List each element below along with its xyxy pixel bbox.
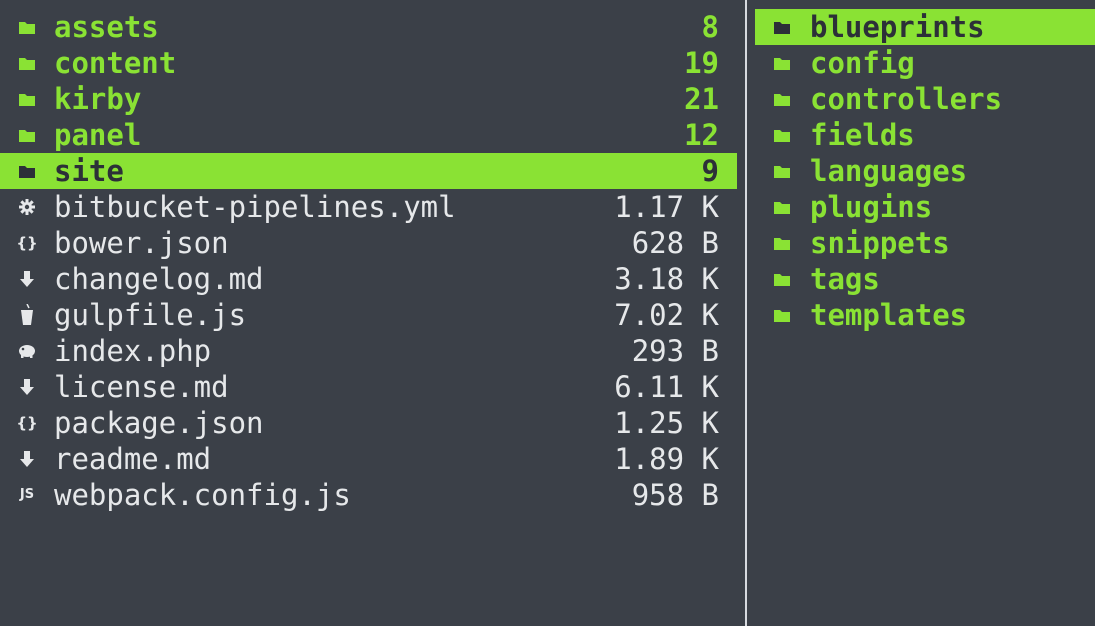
item-name: changelog.md (54, 262, 264, 296)
folder-icon (14, 9, 40, 45)
php-elephant-icon (14, 333, 40, 369)
file-row[interactable]: gulpfile.js 7.02 K (0, 297, 737, 333)
item-name: plugins (810, 190, 933, 224)
file-row[interactable]: changelog.md 3.18 K (0, 261, 737, 297)
item-name: content (54, 46, 177, 80)
gulp-cup-icon (14, 297, 40, 333)
item-name: fields (810, 118, 915, 152)
json-braces-icon: {} (16, 414, 38, 432)
item-size: 7.02 K (614, 298, 719, 332)
item-name: index.php (54, 334, 212, 368)
item-name: config (810, 46, 915, 80)
item-name: snippets (810, 226, 950, 260)
folder-icon (769, 153, 795, 189)
folder-icon (14, 117, 40, 153)
directory-row[interactable]: content 19 (0, 45, 737, 81)
directory-row[interactable]: snippets (755, 225, 1095, 261)
item-size: 1.25 K (614, 406, 719, 440)
folder-icon (14, 81, 40, 117)
item-size: 12 (684, 118, 719, 152)
file-row[interactable]: license.md 6.11 K (0, 369, 737, 405)
directory-row[interactable]: site 9 (0, 153, 737, 189)
markdown-down-arrow-icon (14, 369, 40, 405)
pane-divider[interactable] (745, 0, 747, 626)
markdown-down-arrow-icon (14, 441, 40, 477)
item-size: 8 (701, 10, 719, 44)
directory-row[interactable]: kirby 21 (0, 81, 737, 117)
item-name: webpack.config.js (54, 478, 351, 512)
item-size: 293 B (631, 334, 719, 368)
item-size: 1.89 K (614, 442, 719, 476)
file-list-pane-right: blueprints config controllers fields languag… (755, 9, 1095, 626)
directory-row[interactable]: tags (755, 261, 1095, 297)
item-size: 9 (701, 154, 719, 188)
folder-icon (769, 261, 795, 297)
folder-icon (769, 225, 795, 261)
item-size: 958 B (631, 478, 719, 512)
file-list-pane-left: assets 8 content 19 kirby 21 panel 12 site 9 bitbu… (0, 9, 737, 626)
item-name: tags (810, 262, 880, 296)
item-name: panel (54, 118, 142, 152)
item-size: 1.17 K (614, 190, 719, 224)
item-name: assets (54, 10, 159, 44)
folder-icon (769, 189, 795, 225)
markdown-down-arrow-icon (14, 261, 40, 297)
directory-row[interactable]: config (755, 45, 1095, 81)
item-size: 6.11 K (614, 370, 719, 404)
item-name: bitbucket-pipelines.yml (54, 190, 456, 224)
directory-row[interactable]: languages (755, 153, 1095, 189)
gear-icon (14, 189, 40, 225)
folder-icon (14, 153, 40, 189)
directory-row[interactable]: blueprints (755, 9, 1095, 45)
item-size: 21 (684, 82, 719, 116)
file-row[interactable]: readme.md 1.89 K (0, 441, 737, 477)
file-row[interactable]: index.php 293 B (0, 333, 737, 369)
item-name: license.md (54, 370, 229, 404)
folder-icon (769, 117, 795, 153)
folder-icon (14, 45, 40, 81)
item-name: site (54, 154, 124, 188)
item-size: 3.18 K (614, 262, 719, 296)
item-name: package.json (54, 406, 264, 440)
directory-row[interactable]: controllers (755, 81, 1095, 117)
item-name: controllers (810, 82, 1003, 116)
folder-icon (769, 45, 795, 81)
directory-row[interactable]: panel 12 (0, 117, 737, 153)
directory-row[interactable]: plugins (755, 189, 1095, 225)
item-name: templates (810, 298, 968, 332)
directory-row[interactable]: fields (755, 117, 1095, 153)
file-row[interactable]: JS webpack.config.js 958 B (0, 477, 737, 513)
folder-icon (769, 9, 795, 45)
item-name: blueprints (810, 10, 985, 44)
item-name: bower.json (54, 226, 229, 260)
folder-icon (769, 81, 795, 117)
file-row[interactable]: {} bower.json 628 B (0, 225, 737, 261)
file-row[interactable]: bitbucket-pipelines.yml 1.17 K (0, 189, 737, 225)
item-name: languages (810, 154, 968, 188)
item-size: 628 B (631, 226, 719, 260)
item-name: kirby (54, 82, 142, 116)
folder-icon (769, 297, 795, 333)
json-braces-icon: {} (16, 234, 38, 252)
directory-row[interactable]: templates (755, 297, 1095, 333)
item-size: 19 (684, 46, 719, 80)
item-name: readme.md (54, 442, 212, 476)
js-icon: JS (19, 487, 35, 502)
file-row[interactable]: {} package.json 1.25 K (0, 405, 737, 441)
directory-row[interactable]: assets 8 (0, 9, 737, 45)
item-name: gulpfile.js (54, 298, 247, 332)
